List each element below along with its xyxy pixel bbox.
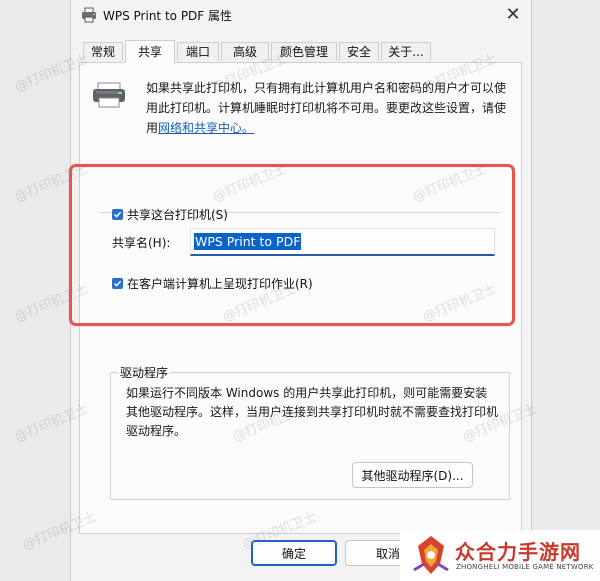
printer-icon: [93, 82, 125, 108]
site-logo: 众合力手游网 ZHONGHELI MOBILE GAME NETWORK: [400, 530, 600, 581]
tab-security[interactable]: 安全: [339, 42, 379, 61]
tab-general[interactable]: 常规: [83, 42, 123, 61]
tab-color-management[interactable]: 颜色管理: [271, 42, 337, 61]
logo-subtitle: ZHONGHELI MOBILE GAME NETWORK: [456, 563, 594, 571]
printer-icon: [82, 7, 96, 23]
close-icon[interactable]: ✕: [495, 0, 531, 28]
tab-about[interactable]: 关于...: [381, 42, 431, 61]
logo-title: 众合力手游网: [455, 540, 581, 564]
title-bar[interactable]: WPS Print to PDF 属性 ✕: [71, 0, 531, 30]
logo-mark-icon: [413, 536, 449, 574]
drivers-description: 如果运行不同版本 Windows 的用户共享此打印机，则可能需要安装其他驱动程序…: [126, 386, 499, 438]
drivers-title: 驱动程序: [118, 364, 171, 381]
ok-button[interactable]: 确定: [251, 540, 337, 566]
window-title: WPS Print to PDF 属性: [103, 9, 233, 23]
tab-advanced[interactable]: 高级: [221, 42, 269, 61]
sharing-info-text: 如果共享此打印机，只有拥有此计算机用户名和密码的用户才可以使用此打印机。计算机睡…: [146, 78, 511, 138]
tab-sharing[interactable]: 共享: [125, 40, 175, 63]
highlight-box: [69, 164, 515, 326]
tab-ports[interactable]: 端口: [177, 42, 219, 61]
other-drivers-button[interactable]: 其他驱动程序(D)...: [352, 462, 473, 488]
network-sharing-center-link[interactable]: 网络和共享中心。: [158, 121, 254, 135]
